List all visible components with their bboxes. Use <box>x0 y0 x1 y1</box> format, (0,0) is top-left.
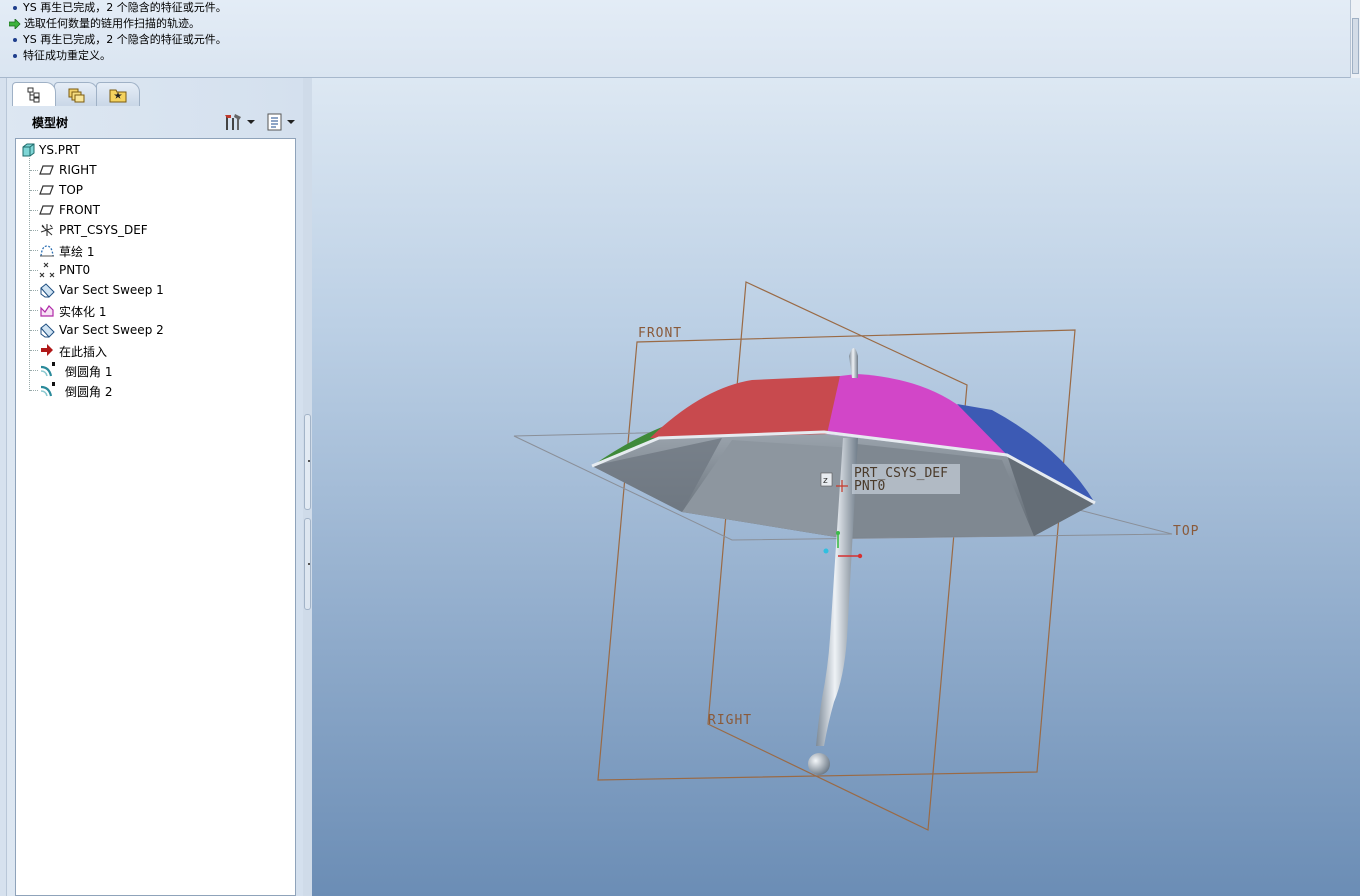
message-line: 特征成功重定义。 <box>8 48 1348 64</box>
tree-item-top[interactable]: TOP <box>16 180 295 200</box>
datum-plane-icon <box>39 185 54 195</box>
tree-connector <box>30 290 38 291</box>
sweep-icon <box>40 323 55 338</box>
model-tree: YS.PRT RIGHT TOP FRONT PRT_CSYS_DEF 草绘 1… <box>15 138 296 896</box>
tree-item-label: RIGHT <box>59 163 97 177</box>
sweep-icon <box>40 283 55 298</box>
solidify-icon <box>40 305 54 317</box>
grip-dot-icon <box>308 460 310 462</box>
message-line: YS 再生已完成，2 个隐含的特征或元件。 <box>8 0 1348 16</box>
tree-item-insert-here[interactable]: 在此插入 <box>16 340 295 360</box>
tree-item-label: YS.PRT <box>39 143 80 157</box>
tree-item-label: Var Sect Sweep 1 <box>59 283 164 297</box>
tree-item-label: TOP <box>59 183 84 197</box>
navigator-tabs <box>12 82 140 106</box>
model-viewport[interactable]: z FRONT TOP RIGHT PRT_CSYS_DEF PNT0 <box>312 78 1360 896</box>
left-edge <box>0 78 7 896</box>
tree-settings-icon <box>224 114 241 130</box>
tree-item-label: PRT_CSYS_DEF <box>59 223 148 237</box>
message-text: YS 再生已完成，2 个隐含的特征或元件。 <box>23 1 227 14</box>
tree-item-round-2[interactable]: 倒圆角 2 <box>16 380 295 400</box>
tree-item-var-sect-sweep-1[interactable]: Var Sect Sweep 1 <box>16 280 295 300</box>
plane-label-front: FRONT <box>638 326 682 341</box>
insert-here-icon <box>41 344 53 356</box>
message-area: YS 再生已完成，2 个隐含的特征或元件。 选取任何数量的链用作扫描的轨迹。 Y… <box>0 0 1360 78</box>
tree-item-right[interactable]: RIGHT <box>16 160 295 180</box>
tree-item-label: 实体化 1 <box>59 305 107 319</box>
tab-folder-browser[interactable] <box>54 82 98 106</box>
prompt-arrow-icon <box>9 19 21 29</box>
grip-dot-icon <box>308 563 310 565</box>
svg-text:z: z <box>823 476 828 486</box>
scrollbar-thumb[interactable] <box>1352 18 1359 74</box>
tree-connector <box>30 310 38 311</box>
tree-item-label: 倒圆角 2 <box>65 385 113 399</box>
message-line: YS 再生已完成，2 个隐含的特征或元件。 <box>8 32 1348 48</box>
tree-show-icon <box>267 113 281 131</box>
round-icon <box>40 382 55 397</box>
tab-model-tree[interactable] <box>12 82 56 106</box>
tree-connector <box>30 330 38 331</box>
tree-settings-button[interactable] <box>222 111 256 133</box>
model-tree-icon <box>27 87 40 102</box>
tree-item-label: 草绘 1 <box>59 245 95 259</box>
tree-item-sketch-1[interactable]: 草绘 1 <box>16 240 295 260</box>
tree-item-label: PNT0 <box>59 263 91 277</box>
tree-connector <box>30 270 38 271</box>
sketch-icon <box>40 245 54 257</box>
tree-connector <box>30 250 38 251</box>
tree-item-label: Var Sect Sweep 2 <box>59 323 164 337</box>
message-scrollbar[interactable] <box>1350 0 1360 78</box>
info-bullet-icon <box>13 6 17 10</box>
tree-item-round-1[interactable]: 倒圆角 1 <box>16 360 295 380</box>
tree-item-front[interactable]: FRONT <box>16 200 295 220</box>
tab-favorites[interactable] <box>96 82 140 106</box>
message-text: YS 再生已完成，2 个隐含的特征或元件。 <box>23 33 227 46</box>
csys-icon <box>40 224 54 236</box>
message-line: 选取任何数量的链用作扫描的轨迹。 <box>8 16 1348 32</box>
tree-show-button[interactable] <box>262 111 298 133</box>
tree-connector <box>30 350 38 351</box>
round-icon <box>40 362 55 377</box>
message-text: 选取任何数量的链用作扫描的轨迹。 <box>24 17 200 30</box>
folder-browser-icon <box>68 88 85 102</box>
tree-item-var-sect-sweep-2[interactable]: Var Sect Sweep 2 <box>16 320 295 340</box>
tree-item-label: FRONT <box>59 203 100 217</box>
chevron-down-icon <box>286 120 295 124</box>
sash-handle[interactable] <box>304 414 311 510</box>
tree-connector <box>30 230 38 231</box>
datum-plane-icon <box>39 165 54 175</box>
navigator-sash[interactable] <box>303 78 312 896</box>
plane-label-right: RIGHT <box>708 713 752 728</box>
tree-connector <box>30 370 38 371</box>
point-label: PNT0 <box>854 479 885 494</box>
favorites-icon <box>109 89 127 102</box>
datum-plane-icon <box>39 205 54 215</box>
tree-connector <box>30 210 38 211</box>
chevron-down-icon <box>246 120 255 124</box>
tree-item-label: 倒圆角 1 <box>65 365 113 379</box>
tree-connector <box>30 170 38 171</box>
tree-header: 模型树 <box>10 108 302 136</box>
graphics-window[interactable]: z FRONT TOP RIGHT PRT_CSYS_DEF PNT0 <box>312 78 1360 896</box>
tree-item-csys[interactable]: PRT_CSYS_DEF <box>16 220 295 240</box>
plane-label-top: TOP <box>1173 524 1199 539</box>
sash-handle[interactable] <box>304 518 311 610</box>
part-icon <box>22 143 35 157</box>
message-list: YS 再生已完成，2 个隐含的特征或元件。 选取任何数量的链用作扫描的轨迹。 Y… <box>8 0 1348 64</box>
datum-point-icon <box>39 262 55 278</box>
navigator-panel: 模型树 YS.PRT RIGHT TOP FRONT PRT_CSYS_DEF … <box>0 78 312 896</box>
tree-connector <box>30 190 38 191</box>
info-bullet-icon <box>13 54 17 58</box>
info-bullet-icon <box>13 38 17 42</box>
tree-title: 模型树 <box>32 116 69 130</box>
tree-root[interactable]: YS.PRT <box>16 140 295 160</box>
tree-connector <box>30 390 38 391</box>
tree-item-label: 在此插入 <box>59 345 108 359</box>
tree-item-solidify-1[interactable]: 实体化 1 <box>16 300 295 320</box>
message-text: 特征成功重定义。 <box>23 49 111 62</box>
tree-item-pnt0[interactable]: PNT0 <box>16 260 295 280</box>
